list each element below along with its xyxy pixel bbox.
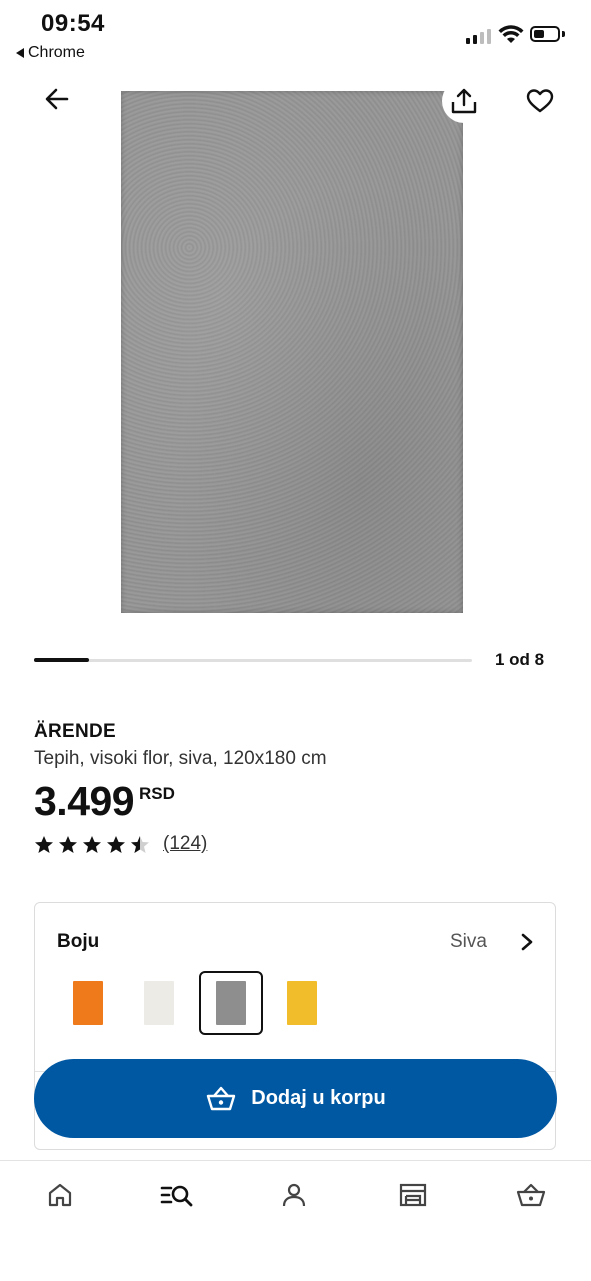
- price-currency: RSD: [139, 784, 175, 803]
- product-image[interactable]: [121, 91, 463, 613]
- share-button[interactable]: [442, 79, 486, 123]
- color-swatch-white[interactable]: [127, 971, 191, 1035]
- back-button[interactable]: [35, 77, 79, 121]
- star-full-icon: [83, 836, 101, 853]
- star-full-icon: [35, 836, 53, 853]
- heart-icon: [526, 89, 554, 113]
- cellular-signal-icon: [466, 26, 491, 44]
- add-to-cart-label: Dodaj u korpu: [251, 1087, 386, 1109]
- battery-tip: [562, 31, 565, 37]
- swatch-fill: [144, 981, 174, 1025]
- swatch-fill: [287, 981, 317, 1025]
- share-icon: [451, 88, 477, 114]
- color-label: Boju: [57, 931, 100, 952]
- status-time: 09:54: [41, 10, 105, 37]
- add-to-cart-button[interactable]: Dodaj u korpu: [34, 1059, 557, 1138]
- nav-cart[interactable]: [514, 1178, 548, 1212]
- swatch-fill: [73, 981, 103, 1025]
- search-list-icon: [160, 1185, 193, 1207]
- rating-stars[interactable]: [34, 835, 150, 855]
- product-price: 3.499: [34, 778, 135, 824]
- review-count-link[interactable]: (124): [163, 833, 207, 855]
- nav-stores[interactable]: [396, 1178, 430, 1212]
- cart-icon: [516, 1183, 546, 1207]
- nav-search[interactable]: [160, 1178, 194, 1212]
- home-icon: [48, 1183, 72, 1207]
- color-swatch-yellow[interactable]: [270, 971, 334, 1035]
- wifi-icon: [498, 25, 524, 43]
- basket-icon: [207, 1086, 236, 1110]
- star-full-icon: [59, 836, 77, 853]
- carousel-progress: [34, 658, 89, 662]
- image-counter: 1 od 8: [495, 650, 545, 669]
- product-name: ÄRENDE: [34, 721, 117, 742]
- back-to-app-link[interactable]: Chrome: [16, 44, 85, 62]
- back-triangle-icon: [16, 48, 24, 58]
- store-icon: [399, 1183, 427, 1207]
- selected-color-value[interactable]: Siva: [450, 931, 487, 953]
- swatch-fill: [216, 981, 246, 1025]
- carousel-track: [34, 659, 472, 662]
- color-swatch-gray[interactable]: [199, 971, 263, 1035]
- nav-home[interactable]: [43, 1178, 77, 1212]
- star-half-icon: [131, 836, 149, 853]
- favorite-button[interactable]: [518, 79, 562, 123]
- back-app-label: Chrome: [28, 44, 85, 61]
- arrow-left-icon: [45, 88, 69, 110]
- nav-profile[interactable]: [277, 1178, 311, 1212]
- chevron-right-icon[interactable]: [516, 930, 538, 954]
- star-full-icon: [107, 836, 125, 853]
- profile-icon: [282, 1183, 306, 1207]
- product-description: Tepih, visoki flor, siva, 120x180 cm: [34, 748, 327, 769]
- battery-icon: [530, 26, 560, 42]
- color-swatch-orange[interactable]: [56, 971, 120, 1035]
